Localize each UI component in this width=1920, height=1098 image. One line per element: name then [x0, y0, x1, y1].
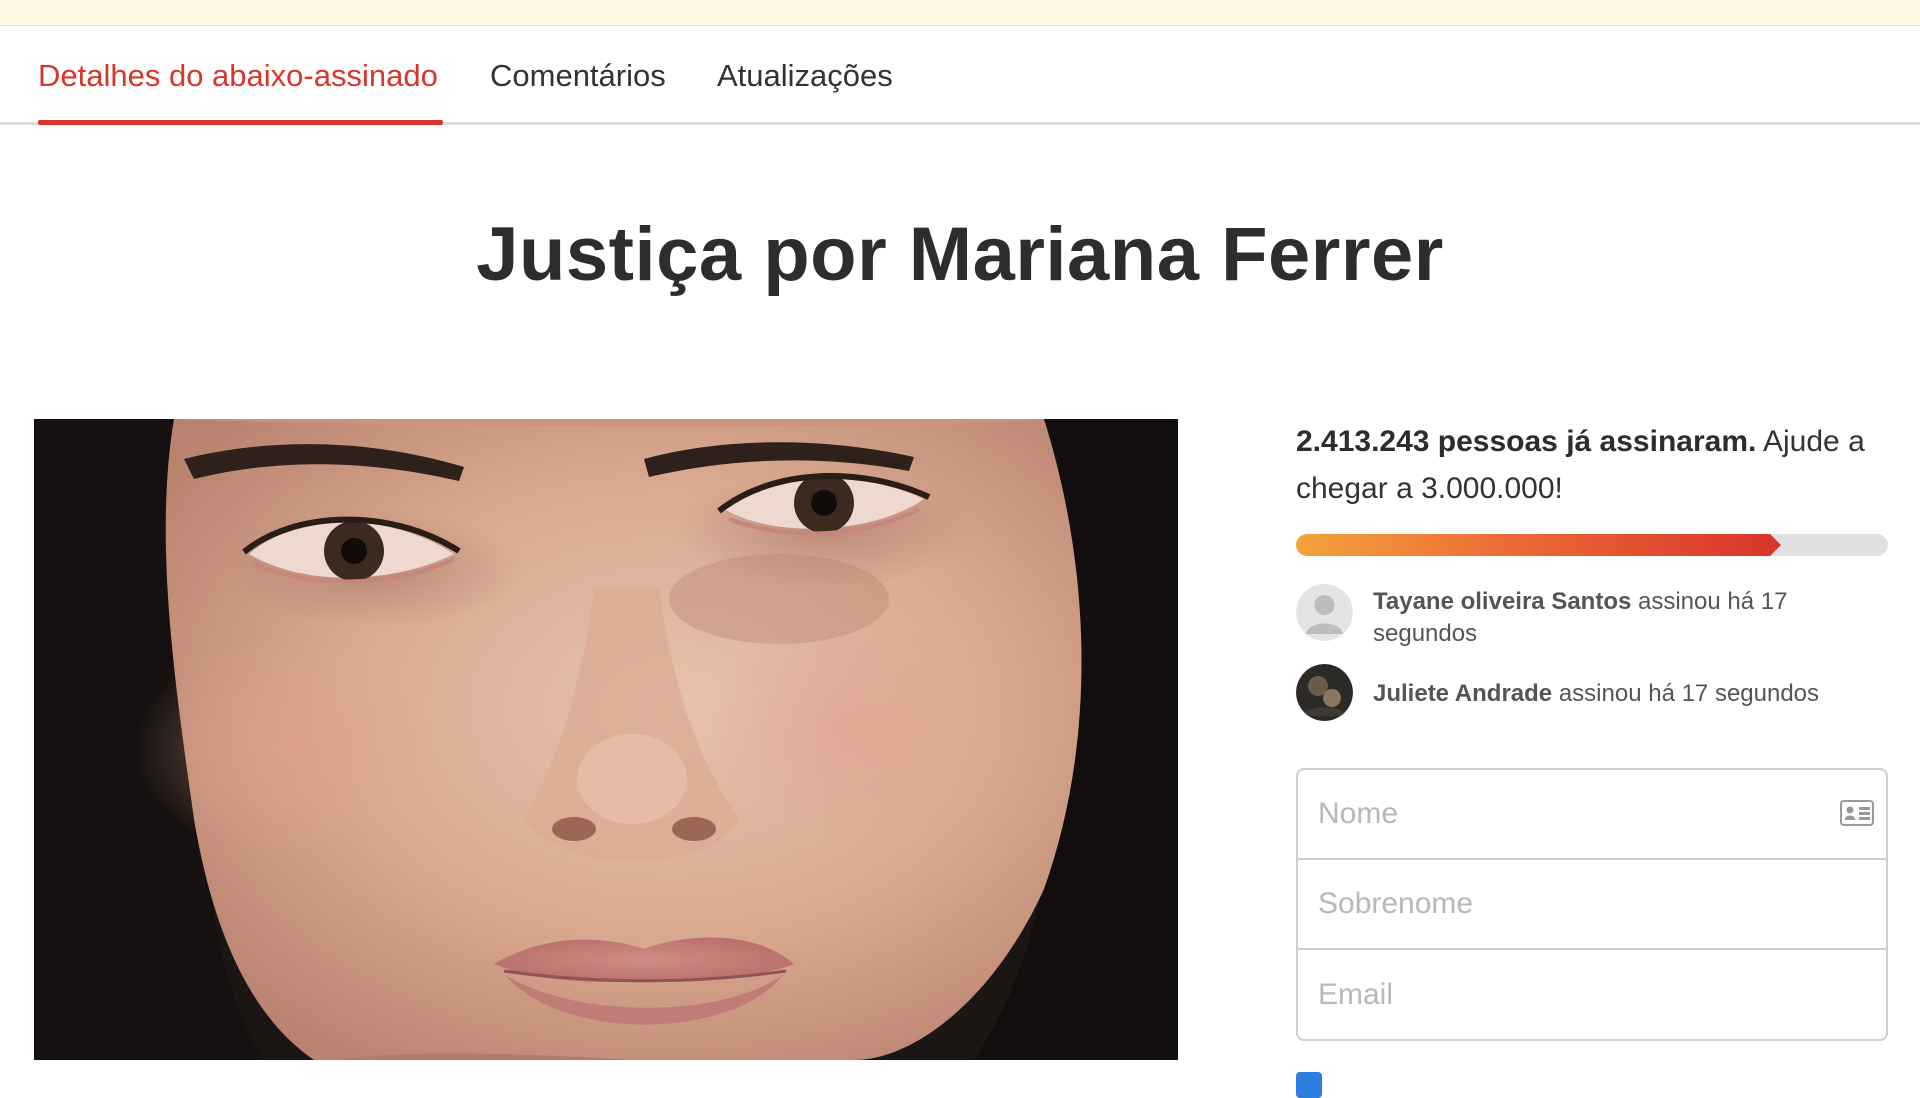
- tab-petition-details[interactable]: Detalhes do abaixo-assinado: [38, 56, 438, 96]
- photo-avatar: [1296, 664, 1353, 721]
- recent-signer: Tayane oliveira Santos assinou há 17 seg…: [1296, 584, 1888, 648]
- contact-card-icon: [1840, 800, 1874, 826]
- tab-updates[interactable]: Atualizações: [717, 56, 893, 96]
- recent-signer: Juliete Andrade assinou há 17 segundos: [1296, 664, 1888, 724]
- email-input[interactable]: [1298, 950, 1886, 1039]
- active-tab-underline: [38, 120, 443, 125]
- default-avatar-icon: [1296, 584, 1353, 641]
- signature-progress-bar: [1296, 534, 1888, 556]
- page-title: Justiça por Mariana Ferrer: [476, 212, 1444, 297]
- signature-form: [1296, 768, 1888, 1041]
- last-name-row: [1298, 860, 1886, 950]
- tab-bar: Detalhes do abaixo-assinado Comentários …: [0, 26, 1920, 125]
- signature-progress-tip: [1770, 534, 1781, 556]
- recent-signer-name: Juliete Andrade: [1373, 680, 1553, 707]
- first-name-row: [1298, 770, 1886, 860]
- signature-progress-fill: [1296, 534, 1770, 556]
- recent-signer-time: assinou há 17 segundos: [1552, 680, 1820, 707]
- recent-signer-text: Tayane oliveira Santos assinou há 17 seg…: [1373, 586, 1873, 650]
- signature-count-bold: 2.413.243 pessoas já assinaram.: [1296, 425, 1757, 458]
- top-banner: [0, 0, 1920, 26]
- tab-comments[interactable]: Comentários: [490, 56, 666, 96]
- email-row: [1298, 950, 1886, 1039]
- signature-sidebar: 2.413.243 pessoas já assinaram. Ajude a …: [1296, 418, 1888, 1041]
- hero-photo: [34, 419, 1178, 1060]
- last-name-input[interactable]: [1298, 860, 1886, 948]
- recent-signer-name: Tayane oliveira Santos: [1373, 588, 1632, 615]
- recent-signer-text: Juliete Andrade assinou há 17 segundos: [1373, 678, 1873, 710]
- first-name-input[interactable]: [1298, 770, 1886, 858]
- signature-count: 2.413.243 pessoas já assinaram. Ajude a …: [1296, 418, 1888, 512]
- display-signature-checkbox[interactable]: [1296, 1072, 1322, 1098]
